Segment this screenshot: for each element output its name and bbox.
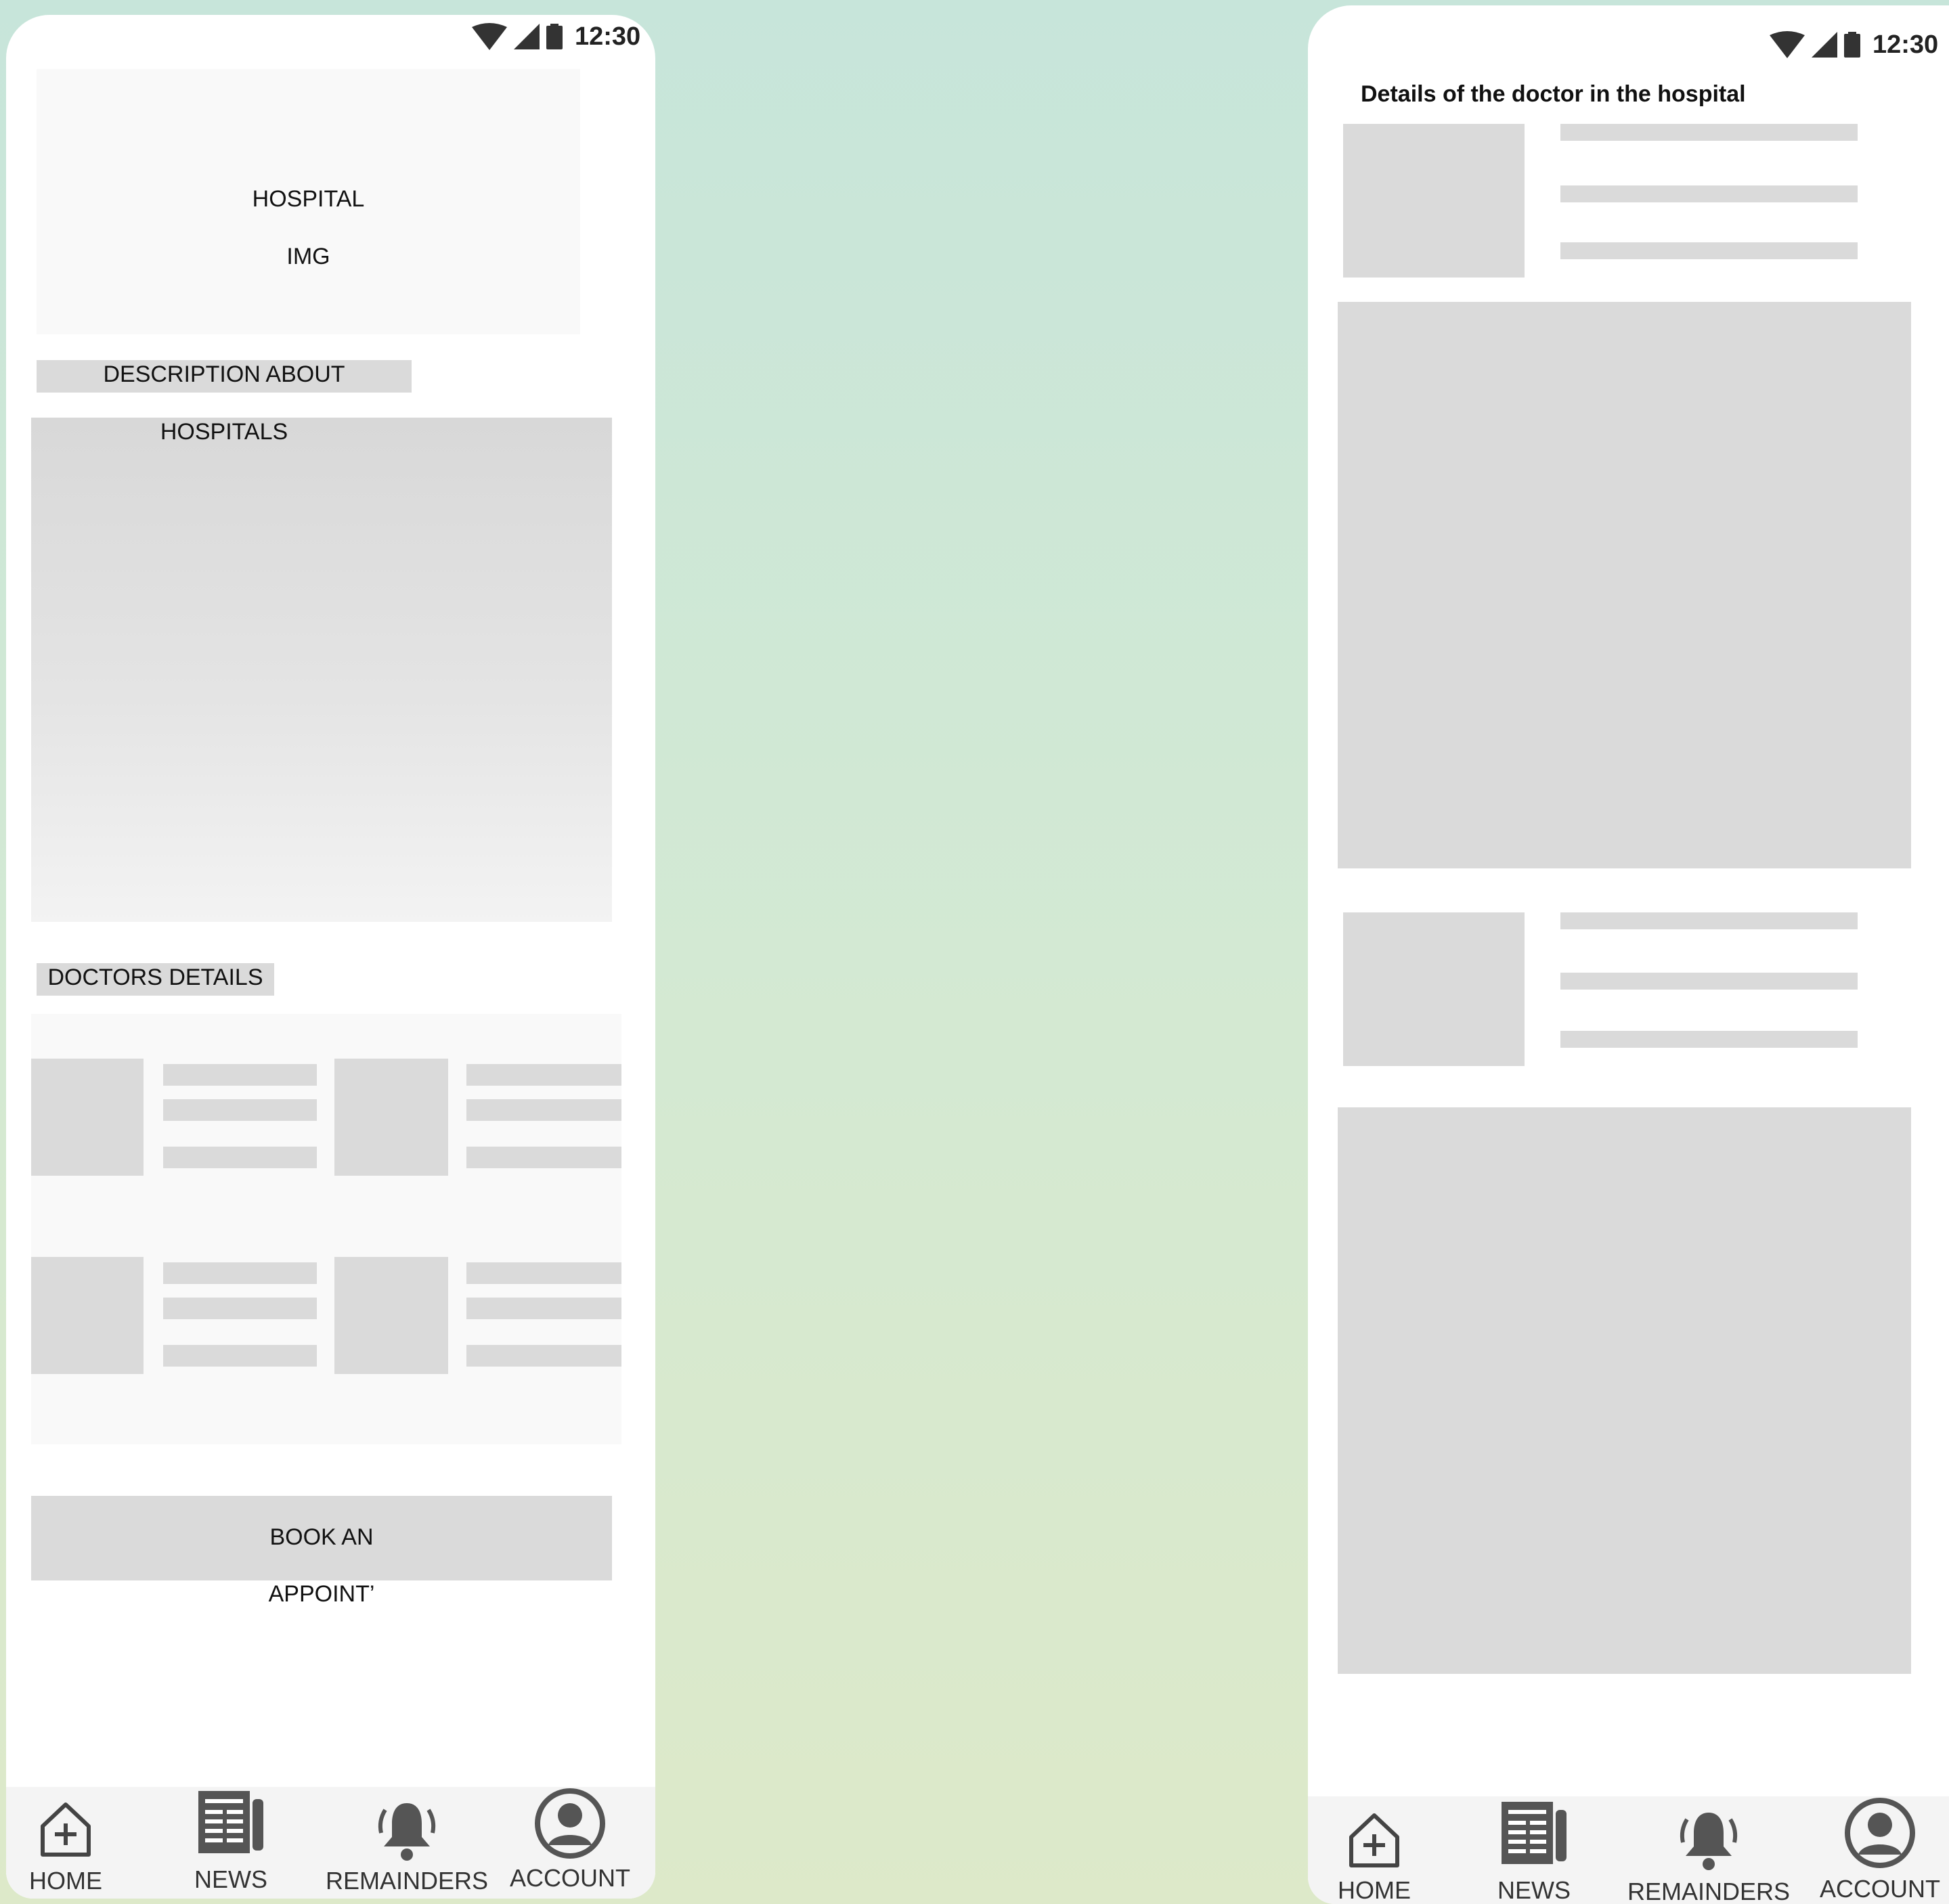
doctor-details-card xyxy=(1338,302,1911,868)
doctor-details-screen: 12:30 Details of the doctor in the hospi… xyxy=(1308,5,1949,1904)
bell-icon xyxy=(378,1803,436,1861)
nav-account[interactable]: ACCOUNT xyxy=(1816,1796,1944,1904)
wifi-icon xyxy=(472,23,507,50)
doctor-photo[interactable] xyxy=(1343,912,1525,1066)
doctor-text-line xyxy=(163,1345,317,1367)
status-time: 12:30 xyxy=(575,22,641,51)
nav-home-label: HOME xyxy=(29,1867,102,1895)
description-box xyxy=(31,418,612,922)
doctor-text-line xyxy=(466,1345,621,1367)
doctor-text-line xyxy=(163,1262,317,1284)
nav-remainders[interactable]: REMAINDERS xyxy=(324,1787,489,1899)
doctor-text-line xyxy=(1560,185,1858,202)
doctor-text-line xyxy=(163,1099,317,1121)
bell-icon xyxy=(1680,1813,1738,1870)
nav-home[interactable]: HOME xyxy=(1308,1796,1441,1904)
status-bar: 12:30 xyxy=(472,15,640,58)
doctor-photo[interactable] xyxy=(334,1257,448,1374)
doctor-text-line xyxy=(1560,1031,1858,1048)
page-title: Details of the doctor in the hospital xyxy=(1361,81,1746,107)
account-icon xyxy=(1845,1798,1915,1868)
nav-account-label: ACCOUNT xyxy=(510,1864,630,1892)
home-plus-icon xyxy=(1349,1813,1399,1867)
doctor-text-line xyxy=(163,1147,317,1168)
wifi-icon xyxy=(1770,31,1805,58)
nav-news[interactable]: NEWS xyxy=(166,1787,296,1899)
description-label: DESCRIPTION ABOUT xyxy=(103,361,345,387)
hospital-image-sublabel: IMG xyxy=(286,244,330,269)
book-appointment-button[interactable]: BOOK AN xyxy=(31,1496,612,1580)
doctors-label: DOCTORS DETAILS xyxy=(47,965,263,990)
doctor-text-line xyxy=(466,1298,621,1319)
doctor-text-line xyxy=(1560,124,1858,141)
doctor-photo[interactable] xyxy=(334,1059,448,1176)
bottom-nav: HOME NEWS REMAINDERS ACCOUNT xyxy=(1308,1796,1949,1904)
doctor-text-line xyxy=(1560,242,1858,259)
account-icon xyxy=(535,1788,605,1859)
home-plus-icon xyxy=(41,1802,91,1857)
doctor-text-line xyxy=(1560,973,1858,990)
nav-home-label: HOME xyxy=(1338,1876,1411,1904)
doctor-text-line xyxy=(1560,912,1858,929)
doctor-photo[interactable] xyxy=(31,1059,144,1176)
doctor-text-line xyxy=(466,1064,621,1086)
newspaper-icon xyxy=(1502,1802,1567,1864)
doctor-text-line xyxy=(466,1262,621,1284)
nav-home[interactable]: HOME xyxy=(6,1787,125,1899)
bottom-nav: HOME NEWS REMAINDERS ACCOUNT xyxy=(6,1787,655,1899)
doctor-details-card xyxy=(1338,1107,1911,1674)
nav-news-label: NEWS xyxy=(1497,1876,1571,1904)
book-appointment-label-continued: APPOINT’ xyxy=(268,1581,375,1607)
signal-icon xyxy=(514,24,540,49)
doctors-grid xyxy=(31,1014,621,1444)
nav-remainders-label: REMAINDERS xyxy=(1627,1878,1791,1904)
signal-icon xyxy=(1812,32,1837,58)
battery-icon xyxy=(546,24,563,49)
hospital-image-label: HOSPITAL xyxy=(252,186,365,212)
nav-remainders-label: REMAINDERS xyxy=(325,1867,489,1895)
status-bar: 12:30 xyxy=(1770,23,1938,66)
book-appointment-label: BOOK AN xyxy=(269,1524,374,1550)
nav-remainders[interactable]: REMAINDERS xyxy=(1625,1796,1793,1904)
nav-news[interactable]: NEWS xyxy=(1469,1796,1599,1904)
newspaper-icon xyxy=(198,1791,263,1853)
doctor-text-line xyxy=(466,1147,621,1168)
doctor-text-line xyxy=(163,1298,317,1319)
hospital-image: HOSPITAL IMG xyxy=(37,69,580,334)
battery-icon xyxy=(1844,32,1860,58)
doctor-photo[interactable] xyxy=(31,1257,144,1374)
nav-account-label: ACCOUNT xyxy=(1820,1875,1940,1903)
doctor-photo[interactable] xyxy=(1343,124,1525,278)
nav-news-label: NEWS xyxy=(194,1865,267,1893)
nav-account[interactable]: ACCOUNT xyxy=(507,1787,633,1899)
status-time: 12:30 xyxy=(1873,30,1939,59)
description-label-continued: HOSPITALS xyxy=(160,419,288,445)
hospital-screen: 12:30 HOSPITAL IMG DESCRIPTION ABOUT HOS… xyxy=(6,15,655,1899)
doctor-text-line xyxy=(466,1099,621,1121)
doctor-text-line xyxy=(163,1064,317,1086)
